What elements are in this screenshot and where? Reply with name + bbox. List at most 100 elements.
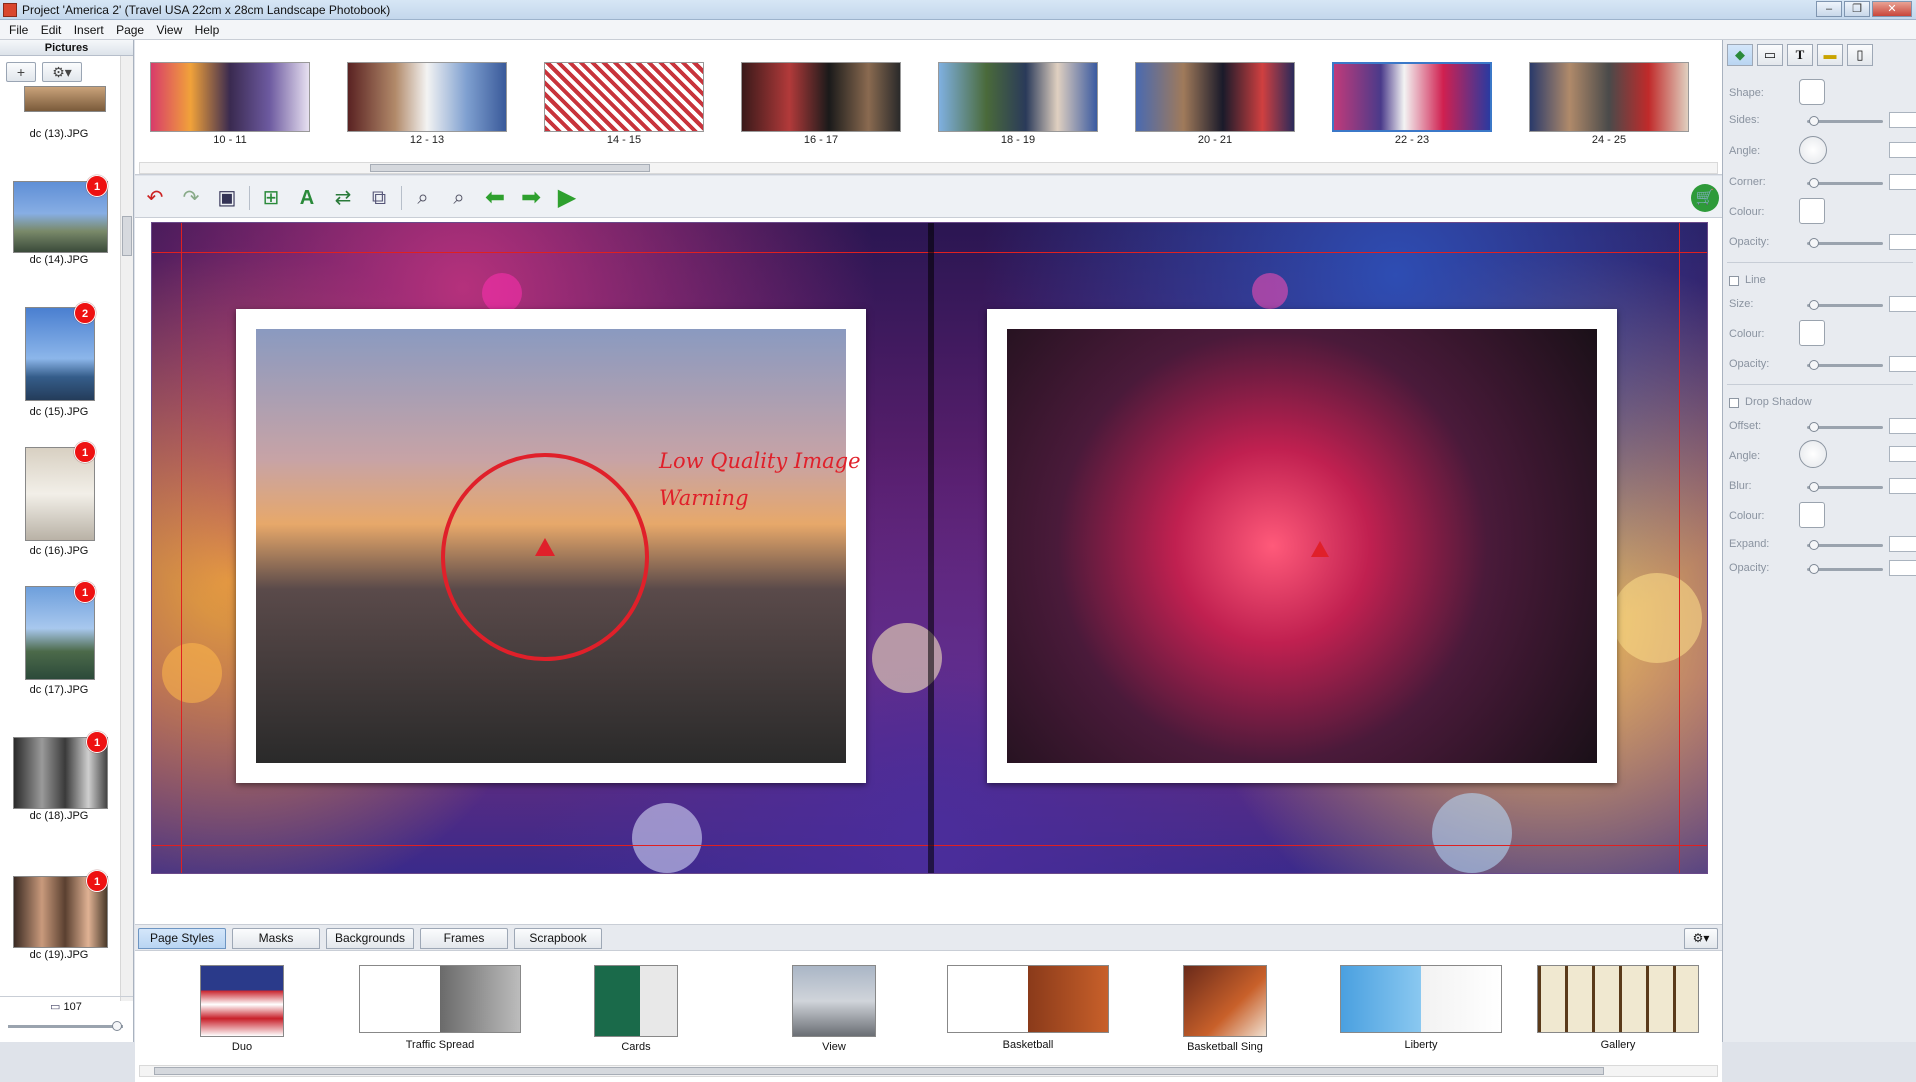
sides-slider[interactable] [1807, 116, 1883, 126]
page-thumb-18-19[interactable] [938, 62, 1098, 132]
tab-scrapbook[interactable]: Scrapbook [514, 928, 602, 949]
scrollbar-thumb[interactable] [122, 216, 132, 256]
shape-selector[interactable] [1799, 79, 1825, 105]
sides-value[interactable] [1889, 112, 1916, 128]
add-text-tool[interactable]: A [293, 184, 321, 212]
add-picture-tool[interactable]: ⊞ [257, 184, 285, 212]
expand-slider[interactable] [1807, 540, 1883, 550]
slider-knob[interactable] [1809, 360, 1819, 370]
tab-backgrounds[interactable]: Backgrounds [326, 928, 414, 949]
line-size-slider[interactable] [1807, 300, 1883, 310]
slider-knob[interactable] [1809, 422, 1819, 432]
page-thumb-16-17[interactable] [741, 62, 901, 132]
order-button[interactable]: 🛒 [1691, 184, 1719, 212]
redo-button[interactable]: ↷ [177, 184, 205, 212]
slider-knob[interactable] [1809, 178, 1819, 188]
drop-shadow-checkbox[interactable] [1729, 398, 1739, 408]
line-checkbox[interactable] [1729, 276, 1739, 286]
styles-settings-button[interactable]: ⚙▾ [1684, 928, 1718, 949]
tab-masks[interactable]: Masks [232, 928, 320, 949]
shadow-opacity-slider[interactable] [1807, 564, 1883, 574]
menu-file[interactable]: File [9, 20, 28, 40]
next-page-button[interactable]: ➡ [517, 184, 545, 212]
opacity-slider[interactable] [1807, 238, 1883, 248]
tab-page-styles[interactable]: Page Styles [138, 928, 226, 949]
pictures-scrollbar[interactable] [120, 56, 133, 1001]
slider-knob[interactable] [1809, 540, 1819, 550]
pictures-settings-button[interactable]: ⚙▾ [42, 62, 82, 82]
page-strip-scrollbar[interactable] [139, 162, 1718, 174]
slider-knob[interactable] [1809, 300, 1819, 310]
style-view[interactable] [792, 965, 876, 1037]
slider-knob[interactable] [112, 1021, 122, 1031]
scrollbar-thumb[interactable] [154, 1067, 1604, 1075]
slider-knob[interactable] [1809, 482, 1819, 492]
style-traffic-spread[interactable] [359, 965, 521, 1033]
menu-edit[interactable]: Edit [41, 20, 62, 40]
blur-slider[interactable] [1807, 482, 1883, 492]
zoom-in-button[interactable]: ⌕ [445, 184, 473, 212]
picture-label-16: dc (16).JPG [29, 545, 89, 557]
style-gallery[interactable] [1537, 965, 1699, 1033]
add-picture-button[interactable]: + [6, 62, 36, 82]
maximize-button[interactable]: ❐ [1844, 1, 1870, 17]
page-thumb-12-13[interactable] [347, 62, 507, 132]
tab-page-properties[interactable]: ▯ [1847, 44, 1873, 66]
page-thumb-22-23[interactable] [1332, 62, 1492, 132]
shadow-opacity-value[interactable] [1889, 560, 1916, 576]
line-opacity-value[interactable] [1889, 356, 1916, 372]
page-thumb-24-25[interactable] [1529, 62, 1689, 132]
slider-knob[interactable] [1809, 238, 1819, 248]
tab-shape-properties[interactable]: ◆ [1727, 44, 1753, 66]
style-duo[interactable] [200, 965, 284, 1037]
tab-frame-properties[interactable]: ▭ [1757, 44, 1783, 66]
minimize-button[interactable]: – [1816, 1, 1842, 17]
slider-knob[interactable] [1809, 116, 1819, 126]
angle-dial[interactable] [1799, 136, 1827, 164]
picture-label-19: dc (19).JPG [29, 949, 89, 961]
style-liberty[interactable] [1340, 965, 1502, 1033]
page-thumb-10-11[interactable] [150, 62, 310, 132]
thumb-size-slider[interactable] [8, 1021, 123, 1031]
page-thumb-14-15[interactable] [544, 62, 704, 132]
line-size-value[interactable] [1889, 296, 1916, 312]
offset-value[interactable] [1889, 418, 1916, 434]
line-opacity-slider[interactable] [1807, 360, 1883, 370]
styles-tab-bar: Page Styles Masks Backgrounds Frames Scr… [135, 924, 1722, 950]
shadow-angle-dial[interactable] [1799, 440, 1827, 468]
zoom-out-button[interactable]: ⌕ [409, 184, 437, 212]
styles-scrollbar[interactable] [139, 1065, 1718, 1077]
style-basketball[interactable] [947, 965, 1109, 1033]
slider-knob[interactable] [1809, 564, 1819, 574]
style-cards[interactable] [594, 965, 678, 1037]
menu-insert[interactable]: Insert [74, 20, 104, 40]
tab-ruler-properties[interactable]: ▬ [1817, 44, 1843, 66]
offset-slider[interactable] [1807, 422, 1883, 432]
scrollbar-thumb[interactable] [370, 164, 650, 172]
swap-pictures-tool[interactable]: ⧉ [365, 184, 393, 212]
style-basketball-sing[interactable] [1183, 965, 1267, 1037]
previous-page-button[interactable]: ⬅ [481, 184, 509, 212]
tab-frames[interactable]: Frames [420, 928, 508, 949]
expand-value[interactable] [1889, 536, 1916, 552]
undo-button[interactable]: ↶ [141, 184, 169, 212]
menu-page[interactable]: Page [116, 20, 144, 40]
angle-value[interactable] [1889, 142, 1916, 158]
corner-value[interactable] [1889, 174, 1916, 190]
line-colour-swatch[interactable] [1799, 320, 1825, 346]
page-thumb-20-21[interactable] [1135, 62, 1295, 132]
opacity-value[interactable] [1889, 234, 1916, 250]
colour-swatch[interactable] [1799, 198, 1825, 224]
menu-help[interactable]: Help [195, 20, 220, 40]
preview-button[interactable]: ▶ [553, 184, 581, 212]
tab-text-properties[interactable]: T [1787, 44, 1813, 66]
menu-view[interactable]: View [156, 20, 182, 40]
close-button[interactable]: ✕ [1872, 1, 1912, 17]
shadow-angle-value[interactable] [1889, 446, 1916, 462]
picture-thumb-13[interactable] [24, 86, 106, 112]
save-button[interactable]: ▣ [213, 184, 241, 212]
blur-value[interactable] [1889, 478, 1916, 494]
shadow-colour-swatch[interactable] [1799, 502, 1825, 528]
replace-picture-tool[interactable]: ⇄ [329, 184, 357, 212]
corner-slider[interactable] [1807, 178, 1883, 188]
